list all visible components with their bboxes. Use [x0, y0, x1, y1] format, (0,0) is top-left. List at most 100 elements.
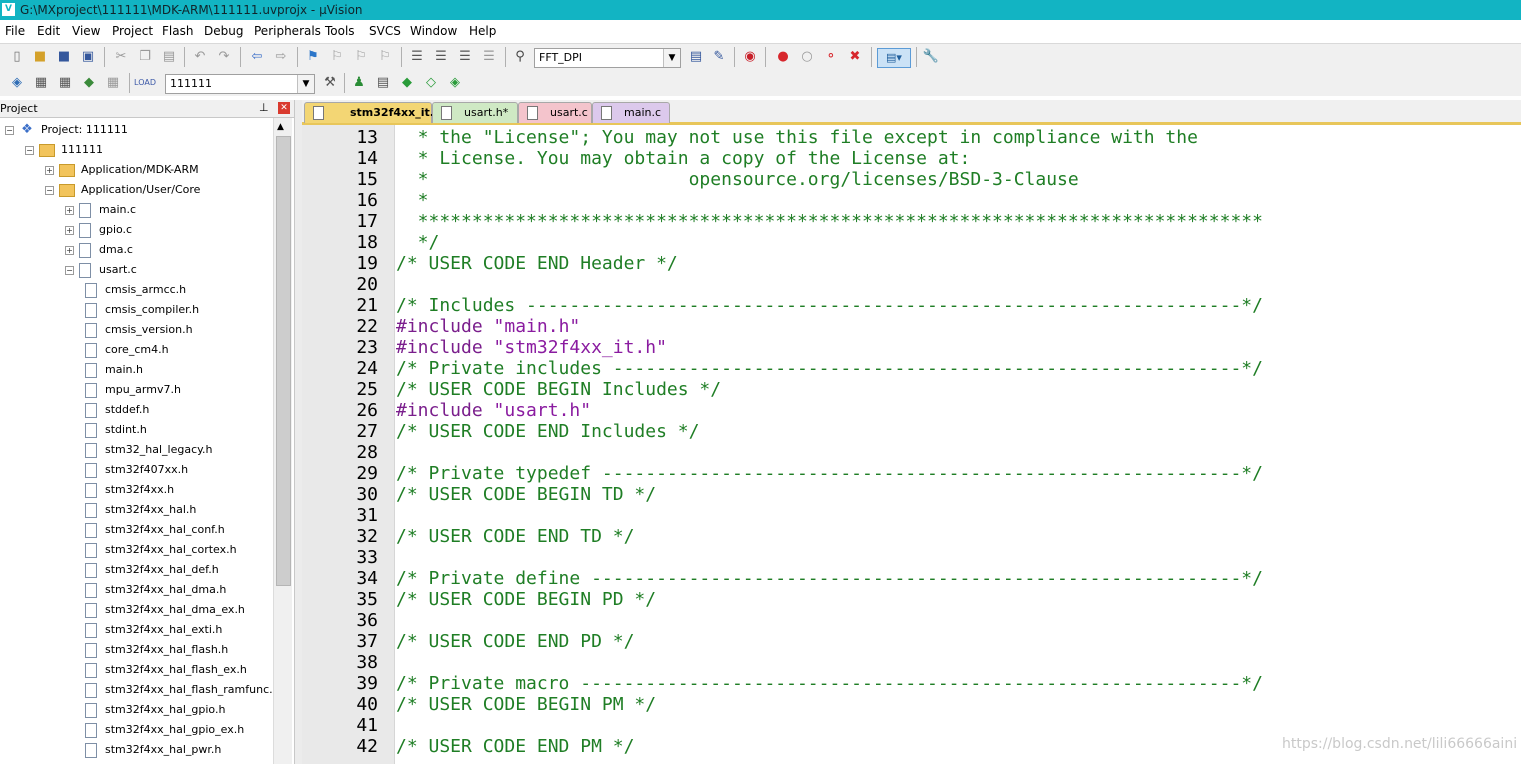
debug-session-icon[interactable]: ◉ [742, 49, 758, 65]
insert-breakpoint-icon[interactable]: ● [775, 49, 791, 65]
clear-bookmarks-icon[interactable]: ⚐ [377, 49, 393, 65]
code-line[interactable]: /* USER CODE END PD */ [396, 631, 634, 652]
batch-build-icon[interactable]: ◆ [81, 75, 97, 91]
next-bookmark-icon[interactable]: ⚐ [353, 49, 369, 65]
menu-debug[interactable]: Debug [204, 24, 243, 38]
expand-icon[interactable]: + [45, 166, 54, 175]
editor-tab[interactable]: usart.h* [432, 102, 518, 123]
redo-icon[interactable]: ↷ [216, 49, 232, 65]
code-line[interactable]: /* Private macro -----------------------… [396, 673, 1263, 694]
navigate-forward-icon[interactable]: ⇨ [273, 49, 289, 65]
incremental-find-icon[interactable]: ✎ [711, 49, 727, 65]
stop-build-icon[interactable]: ▦ [105, 75, 121, 91]
pack-installer-icon[interactable]: ◇ [423, 75, 439, 91]
code-line[interactable]: /* USER CODE END TD */ [396, 526, 634, 547]
tree-file-item[interactable]: stm32f4xx_hal_exti.h [0, 620, 272, 640]
indent-icon[interactable]: ☰ [409, 49, 425, 65]
code-line[interactable]: /* USER CODE BEGIN Includes */ [396, 379, 721, 400]
menu-peripherals[interactable]: Peripherals [254, 24, 321, 38]
code-line[interactable]: #include "usart.h" [396, 400, 591, 421]
tree-target-item[interactable]: − 111111 [0, 140, 272, 160]
editor-tab[interactable]: stm32f4xx_it.c [304, 102, 440, 123]
pin-icon[interactable]: ⊥ [259, 101, 269, 114]
menu-window[interactable]: Window [410, 24, 457, 38]
tree-file-item[interactable]: − usart.c [0, 260, 272, 280]
comment-icon[interactable]: ☰ [457, 49, 473, 65]
tree-file-item[interactable]: + gpio.c [0, 220, 272, 240]
build-icon[interactable]: ▦ [33, 75, 49, 91]
configure-icon[interactable]: 🔧 [923, 49, 939, 65]
collapse-icon[interactable]: − [5, 126, 14, 135]
tree-file-item[interactable]: stm32f4xx_hal_flash_ramfunc.h [0, 680, 272, 700]
cut-icon[interactable]: ✂ [113, 49, 129, 65]
kill-breakpoints-icon[interactable]: ✖ [847, 49, 863, 65]
tree-file-item[interactable]: stm32f4xx_hal_gpio.h [0, 700, 272, 720]
menu-tools[interactable]: Tools [325, 24, 355, 38]
target-combo[interactable]: 111111 ▼ [165, 74, 315, 94]
menu-help[interactable]: Help [469, 24, 496, 38]
close-icon[interactable]: ✕ [278, 102, 290, 114]
tree-file-item[interactable]: + main.c [0, 200, 272, 220]
code-line[interactable]: /* Private define ----------------------… [396, 568, 1263, 589]
scroll-up-icon[interactable]: ▲ [277, 122, 284, 132]
bookmark-icon[interactable]: ⚑ [305, 49, 321, 65]
tree-file-item[interactable]: main.h [0, 360, 272, 380]
find-icon[interactable]: ▤ [688, 49, 704, 65]
panel-splitter[interactable] [294, 100, 302, 764]
tree-folder-item[interactable]: + Application/MDK-ARM [0, 160, 272, 180]
navigate-back-icon[interactable]: ⇦ [249, 49, 265, 65]
menu-view[interactable]: View [72, 24, 100, 38]
tree-file-item[interactable]: stm32f4xx_hal_dma.h [0, 580, 272, 600]
tree-file-item[interactable]: cmsis_armcc.h [0, 280, 272, 300]
download-load-icon[interactable]: LOAD [134, 75, 156, 91]
code-line[interactable]: /* Private includes --------------------… [396, 358, 1263, 379]
chevron-down-icon[interactable]: ▼ [663, 49, 680, 67]
collapse-icon[interactable]: − [45, 186, 54, 195]
tree-file-item[interactable]: stm32f4xx_hal_def.h [0, 560, 272, 580]
menu-svcs[interactable]: SVCS [369, 24, 401, 38]
unindent-icon[interactable]: ☰ [433, 49, 449, 65]
disable-breakpoints-icon[interactable]: ⚬ [823, 49, 839, 65]
tree-file-item[interactable]: stm32f4xx_hal_cortex.h [0, 540, 272, 560]
editor-tab[interactable]: main.c [592, 102, 670, 123]
find-in-files-icon[interactable]: ⚲ [512, 49, 528, 65]
copy-icon[interactable]: ❐ [137, 49, 153, 65]
tree-file-item[interactable]: cmsis_version.h [0, 320, 272, 340]
collapse-icon[interactable]: − [25, 146, 34, 155]
manage-rte-icon[interactable]: ◆ [399, 75, 415, 91]
code-line[interactable]: */ [396, 232, 440, 253]
code-line[interactable]: /* Private typedef ---------------------… [396, 463, 1263, 484]
rebuild-icon[interactable]: ▦ [57, 75, 73, 91]
tree-file-item[interactable]: stm32f407xx.h [0, 460, 272, 480]
tree-folder-item[interactable]: − Application/User/Core [0, 180, 272, 200]
menu-project[interactable]: Project [112, 24, 153, 38]
code-line[interactable]: #include "main.h" [396, 316, 580, 337]
editor-tab[interactable]: usart.c [518, 102, 592, 123]
code-line[interactable]: /* Includes ----------------------------… [396, 295, 1263, 316]
project-tree-scrollbar[interactable]: ▲ [273, 118, 292, 764]
find-combo[interactable]: FFT_DPI ▼ [534, 48, 681, 68]
tree-project-item[interactable]: − ❖ Project: 111111 [0, 120, 272, 140]
collapse-icon[interactable]: − [65, 266, 74, 275]
tree-file-item[interactable]: stm32_hal_legacy.h [0, 440, 272, 460]
expand-icon[interactable]: + [65, 226, 74, 235]
code-line[interactable]: ****************************************… [396, 211, 1263, 232]
save-icon[interactable]: ■ [56, 49, 72, 65]
code-line[interactable]: * [396, 190, 429, 211]
code-line[interactable]: /* USER CODE BEGIN TD */ [396, 484, 656, 505]
open-folder-icon[interactable]: ■ [32, 49, 48, 65]
select-software-packs-icon[interactable]: ◈ [447, 75, 463, 91]
tree-file-item[interactable]: + dma.c [0, 240, 272, 260]
tree-file-item[interactable]: stm32f4xx_hal.h [0, 500, 272, 520]
tree-file-item[interactable]: core_cm4.h [0, 340, 272, 360]
tree-file-item[interactable]: stm32f4xx_hal_flash.h [0, 640, 272, 660]
menu-flash[interactable]: Flash [162, 24, 193, 38]
target-options-icon[interactable]: ⚒ [322, 75, 338, 91]
tree-file-item[interactable]: stddef.h [0, 400, 272, 420]
paste-icon[interactable]: ▤ [161, 49, 177, 65]
uncomment-icon[interactable]: ☰ [481, 49, 497, 65]
tree-file-item[interactable]: cmsis_compiler.h [0, 300, 272, 320]
tree-file-item[interactable]: mpu_armv7.h [0, 380, 272, 400]
undo-icon[interactable]: ↶ [192, 49, 208, 65]
tree-file-item[interactable]: stm32f4xx.h [0, 480, 272, 500]
